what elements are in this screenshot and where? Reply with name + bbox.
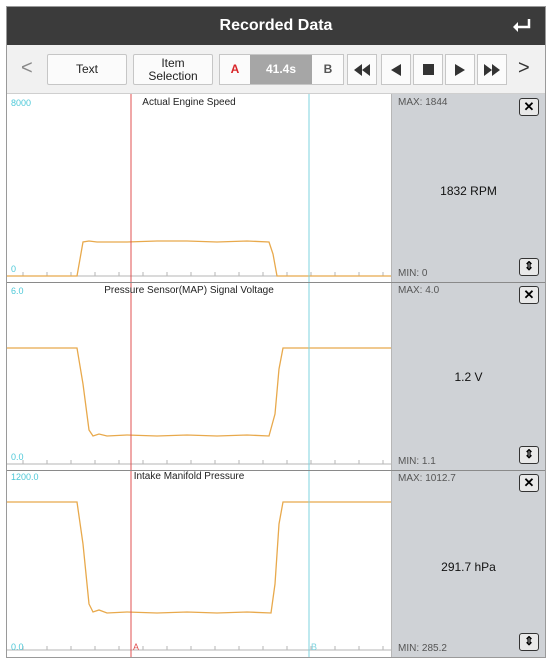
previous-page-button[interactable]: < bbox=[21, 57, 33, 80]
item-selection-button[interactable]: Item Selection bbox=[133, 54, 213, 85]
cursor-a-button[interactable]: A bbox=[220, 55, 250, 84]
map-voltage-trace bbox=[7, 347, 391, 437]
map-voltage-value: 1.2 V bbox=[454, 370, 483, 384]
fast-forward-icon bbox=[484, 63, 500, 76]
engine-speed-value: 1832 RPM bbox=[440, 184, 497, 198]
fast-forward-button[interactable] bbox=[477, 54, 507, 85]
close-graph1-button[interactable]: ✕ bbox=[519, 98, 539, 116]
close-icon: ✕ bbox=[523, 287, 535, 302]
return-arrow-icon[interactable] bbox=[509, 14, 535, 38]
manifold-pressure-max: MAX: 1012.7 bbox=[398, 473, 456, 484]
scale-graph2-button[interactable]: ⇕ bbox=[519, 446, 539, 464]
next-page-button[interactable]: > bbox=[518, 57, 530, 80]
graph3-title: Intake Manifold Pressure bbox=[133, 471, 245, 482]
manifold-pressure-panel: MAX: 1012.7 ✕ 291.7 hPa MIN: 285.2 ⇕ bbox=[391, 470, 545, 657]
cursor-b-button[interactable]: B bbox=[313, 55, 343, 84]
play-reverse-icon bbox=[391, 63, 401, 76]
step-back-button[interactable] bbox=[381, 54, 411, 85]
time-readout: 41.4s bbox=[250, 55, 312, 84]
engine-speed-max: MAX: 1844 bbox=[398, 97, 448, 108]
map-voltage-panel: MAX: 4.0 ✕ 1.2 V MIN: 1.1 ⇕ bbox=[391, 282, 545, 470]
cursor-a-label: A bbox=[133, 642, 140, 652]
manifold-pressure-min: MIN: 285.2 bbox=[398, 643, 447, 654]
engine-speed-min: MIN: 0 bbox=[398, 268, 428, 279]
scale-graph3-button[interactable]: ⇕ bbox=[519, 633, 539, 651]
close-graph3-button[interactable]: ✕ bbox=[519, 474, 539, 492]
vertical-resize-icon: ⇕ bbox=[523, 634, 535, 648]
stop-button[interactable] bbox=[413, 54, 443, 85]
play-icon bbox=[455, 63, 465, 76]
map-voltage-min: MIN: 1.1 bbox=[398, 456, 436, 467]
graph3-ymin-label: 0.0 bbox=[11, 642, 24, 652]
text-button[interactable]: Text bbox=[47, 54, 127, 85]
close-icon: ✕ bbox=[523, 475, 535, 490]
vertical-resize-icon: ⇕ bbox=[523, 447, 535, 461]
vertical-resize-icon: ⇕ bbox=[523, 259, 535, 273]
cursor-selector: A 41.4s B bbox=[219, 54, 344, 85]
stop-icon bbox=[422, 64, 434, 75]
toolbar: < Text Item Selection A 41.4s B > bbox=[7, 45, 545, 94]
row-divider bbox=[7, 470, 545, 471]
play-button[interactable] bbox=[445, 54, 475, 85]
graph1-ymin-label: 0 bbox=[11, 264, 17, 274]
fast-rewind-icon bbox=[354, 63, 370, 76]
graph2-title: Pressure Sensor(MAP) Signal Voltage bbox=[104, 285, 274, 296]
cursor-b-label: B bbox=[311, 642, 318, 652]
graph1-title: Actual Engine Speed bbox=[142, 97, 236, 108]
graph-canvas bbox=[7, 94, 391, 657]
engine-speed-trace bbox=[7, 240, 391, 277]
recorded-data-window: Recorded Data < Text Item Selection A 41… bbox=[6, 6, 546, 658]
graph-area[interactable]: 8000 Actual Engine Speed 0 6.0 Pressure … bbox=[7, 94, 391, 657]
engine-speed-panel: MAX: 1844 ✕ 1832 RPM MIN: 0 ⇕ bbox=[391, 94, 545, 282]
graph2-ymin-label: 0.0 bbox=[11, 452, 24, 462]
close-icon: ✕ bbox=[523, 99, 535, 114]
fast-rewind-button[interactable] bbox=[347, 54, 377, 85]
scale-graph1-button[interactable]: ⇕ bbox=[519, 258, 539, 276]
manifold-pressure-value: 291.7 hPa bbox=[441, 560, 496, 574]
close-graph2-button[interactable]: ✕ bbox=[519, 286, 539, 304]
row-divider bbox=[7, 282, 545, 283]
manifold-pressure-trace bbox=[7, 501, 391, 614]
title-bar: Recorded Data bbox=[7, 7, 545, 45]
tick-marks bbox=[7, 272, 391, 651]
map-voltage-max: MAX: 4.0 bbox=[398, 285, 440, 296]
page-title: Recorded Data bbox=[219, 17, 333, 34]
